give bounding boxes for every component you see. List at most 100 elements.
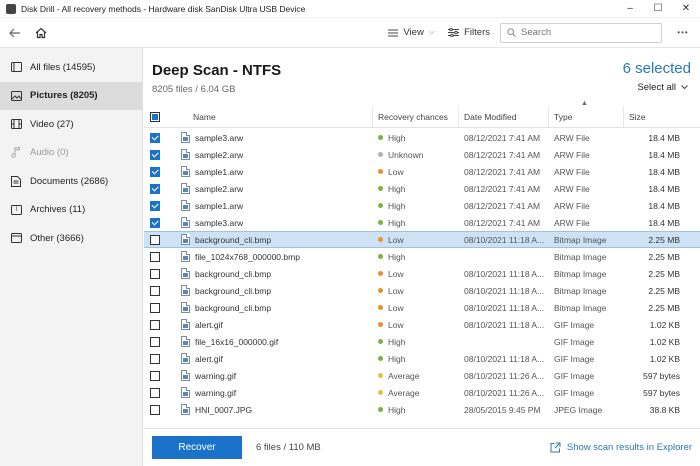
select-all-dropdown[interactable]: Select all [637, 82, 688, 93]
row-checkbox[interactable] [150, 387, 160, 398]
size-cell: 1.02 KB [624, 333, 690, 350]
sidebar-item-pictures[interactable]: Pictures (8205) [0, 81, 142, 110]
column-header-type[interactable]: ▲ Type [549, 100, 624, 128]
main-panel: Deep Scan - NTFS 8205 files / 6.04 GB 6 … [144, 48, 700, 466]
sidebar-item-label: Documents (2686) [30, 175, 109, 187]
table-row[interactable]: sample2.arw High 08/12/2021 7:41 AM ARW Fil… [144, 180, 700, 197]
select-all-checkbox[interactable] [150, 111, 160, 122]
row-checkbox[interactable] [150, 234, 160, 245]
date-modified: 08/10/2021 11:18 A... [464, 353, 545, 364]
table-row[interactable]: HNI_0007.JPG High 28/05/2015 9:45 PM JPEG I… [144, 401, 700, 418]
table-row[interactable]: warning.gif Average 08/10/2021 11:26 A... G… [144, 384, 700, 401]
file-size: 2.25 MB [648, 234, 680, 245]
search-box[interactable] [500, 22, 662, 43]
row-checkbox[interactable] [150, 200, 160, 211]
search-input[interactable] [521, 27, 641, 38]
row-checkbox[interactable] [150, 285, 160, 296]
recovery-dot-icon [378, 373, 383, 378]
table-row[interactable]: sample3.arw High 08/12/2021 7:41 AM ARW Fil… [144, 129, 700, 146]
file-size: 2.25 MB [648, 268, 680, 279]
file-name: HNI_0007.JPG [195, 404, 253, 415]
sidebar-item-documents[interactable]: Documents (2686) [0, 167, 142, 196]
table-row[interactable]: background_cli.bmp Low 08/10/2021 11:18 A.… [144, 265, 700, 282]
table-row[interactable]: alert.gif High 08/10/2021 11:18 A... GIF Im… [144, 350, 700, 367]
name-cell: background_cli.bmp [166, 282, 373, 299]
back-arrow-icon[interactable] [2, 20, 28, 46]
table-row[interactable]: alert.gif Low 08/10/2021 11:18 A... GIF Ima… [144, 316, 700, 333]
table-row[interactable]: file_1024x768_000000.bmp High Bitmap Image… [144, 248, 700, 265]
row-checkbox-cell [144, 180, 166, 197]
row-checkbox[interactable] [150, 353, 160, 364]
row-checkbox-cell [144, 384, 166, 401]
row-checkbox[interactable] [150, 149, 160, 160]
table-row[interactable]: background_cli.bmp Low 08/10/2021 11:18 A.… [144, 282, 700, 299]
video-icon [9, 118, 23, 130]
filters-button[interactable]: Filters [448, 27, 490, 38]
image-file-icon [181, 353, 190, 364]
column-header-date[interactable]: Date Modified [459, 105, 549, 128]
show-in-explorer-link[interactable]: Show scan results in Explorer [550, 442, 692, 453]
file-type: GIF Image [554, 319, 595, 330]
close-button[interactable]: ✕ [672, 0, 700, 18]
sidebar-item-label: Audio (0) [30, 147, 69, 159]
selected-count: 6 selected [622, 60, 691, 77]
minimize-button[interactable]: – [616, 0, 644, 18]
table-row[interactable]: sample3.arw High 08/12/2021 7:41 AM ARW Fil… [144, 214, 700, 231]
size-cell: 2.25 MB [624, 231, 690, 248]
row-checkbox[interactable] [150, 132, 160, 143]
column-header-recovery[interactable]: Recovery chances [373, 105, 459, 128]
sidebar-item-audio[interactable]: Audio (0) [0, 139, 142, 168]
row-checkbox[interactable] [150, 404, 160, 415]
table-row[interactable]: sample1.arw Low 08/12/2021 7:41 AM ARW File… [144, 163, 700, 180]
picture-icon [9, 90, 23, 102]
table-row[interactable]: background_cli.bmp Low 08/10/2021 11:18 A.… [144, 231, 700, 248]
row-checkbox[interactable] [150, 217, 160, 228]
app-icon [6, 3, 16, 14]
size-cell: 597 bytes [624, 367, 690, 384]
date-cell: 08/10/2021 11:18 A... [459, 231, 549, 248]
recovery-dot-icon [378, 237, 383, 242]
type-cell: Bitmap Image [549, 299, 624, 316]
column-header-name[interactable]: Name [166, 105, 373, 128]
image-file-icon [181, 336, 190, 347]
row-checkbox[interactable] [150, 183, 160, 194]
date-cell: 08/10/2021 11:18 A... [459, 299, 549, 316]
file-type: Bitmap Image [554, 302, 607, 313]
image-file-icon [181, 302, 190, 313]
recovery-chance: Low [388, 302, 404, 313]
sidebar-item-archives[interactable]: Archives (11) [0, 196, 142, 225]
row-checkbox[interactable] [150, 319, 160, 330]
row-checkbox[interactable] [150, 370, 160, 381]
table-row[interactable]: background_cli.bmp Low 08/10/2021 11:18 A.… [144, 299, 700, 316]
row-checkbox[interactable] [150, 268, 160, 279]
view-button[interactable]: View ⌵ [388, 27, 434, 38]
column-header-size[interactable]: Size [624, 106, 690, 128]
title-bar: Disk Drill - All recovery methods - Hard… [0, 0, 700, 18]
sidebar-item-all-files[interactable]: All files (14595) [0, 53, 142, 82]
table-row[interactable]: warning.gif Average 08/10/2021 11:26 A... G… [144, 367, 700, 384]
row-checkbox[interactable] [150, 166, 160, 177]
recover-button[interactable]: Recover [152, 436, 242, 459]
name-cell: alert.gif [166, 316, 373, 333]
column-type-label: Type [554, 111, 573, 122]
column-name-label: Name [193, 111, 216, 122]
recovery-dot-icon [378, 254, 383, 259]
row-checkbox-cell [144, 299, 166, 316]
table-row[interactable]: sample1.arw High 08/12/2021 7:41 AM ARW Fil… [144, 197, 700, 214]
chevron-down-icon: ⌵ [428, 28, 435, 36]
sidebar-item-other[interactable]: Other (3666) [0, 224, 142, 253]
more-options-icon[interactable]: ••• [670, 20, 696, 46]
table-row[interactable]: file_16x16_000000.gif High GIF Image 1.02 K… [144, 333, 700, 350]
home-icon[interactable] [28, 20, 54, 46]
sidebar-item-video[interactable]: Video (27) [0, 110, 142, 139]
maximize-button[interactable]: ☐ [644, 0, 672, 18]
row-checkbox[interactable] [150, 336, 160, 347]
file-name: background_cli.bmp [195, 234, 272, 245]
file-size: 18.4 MB [648, 217, 680, 228]
document-icon [9, 175, 23, 187]
row-checkbox[interactable] [150, 302, 160, 313]
row-checkbox[interactable] [150, 251, 160, 262]
recovery-dot-icon [378, 305, 383, 310]
table-row[interactable]: sample2.arw Unknown 08/12/2021 7:41 AM ARW … [144, 146, 700, 163]
type-cell: ARW File [549, 163, 624, 180]
